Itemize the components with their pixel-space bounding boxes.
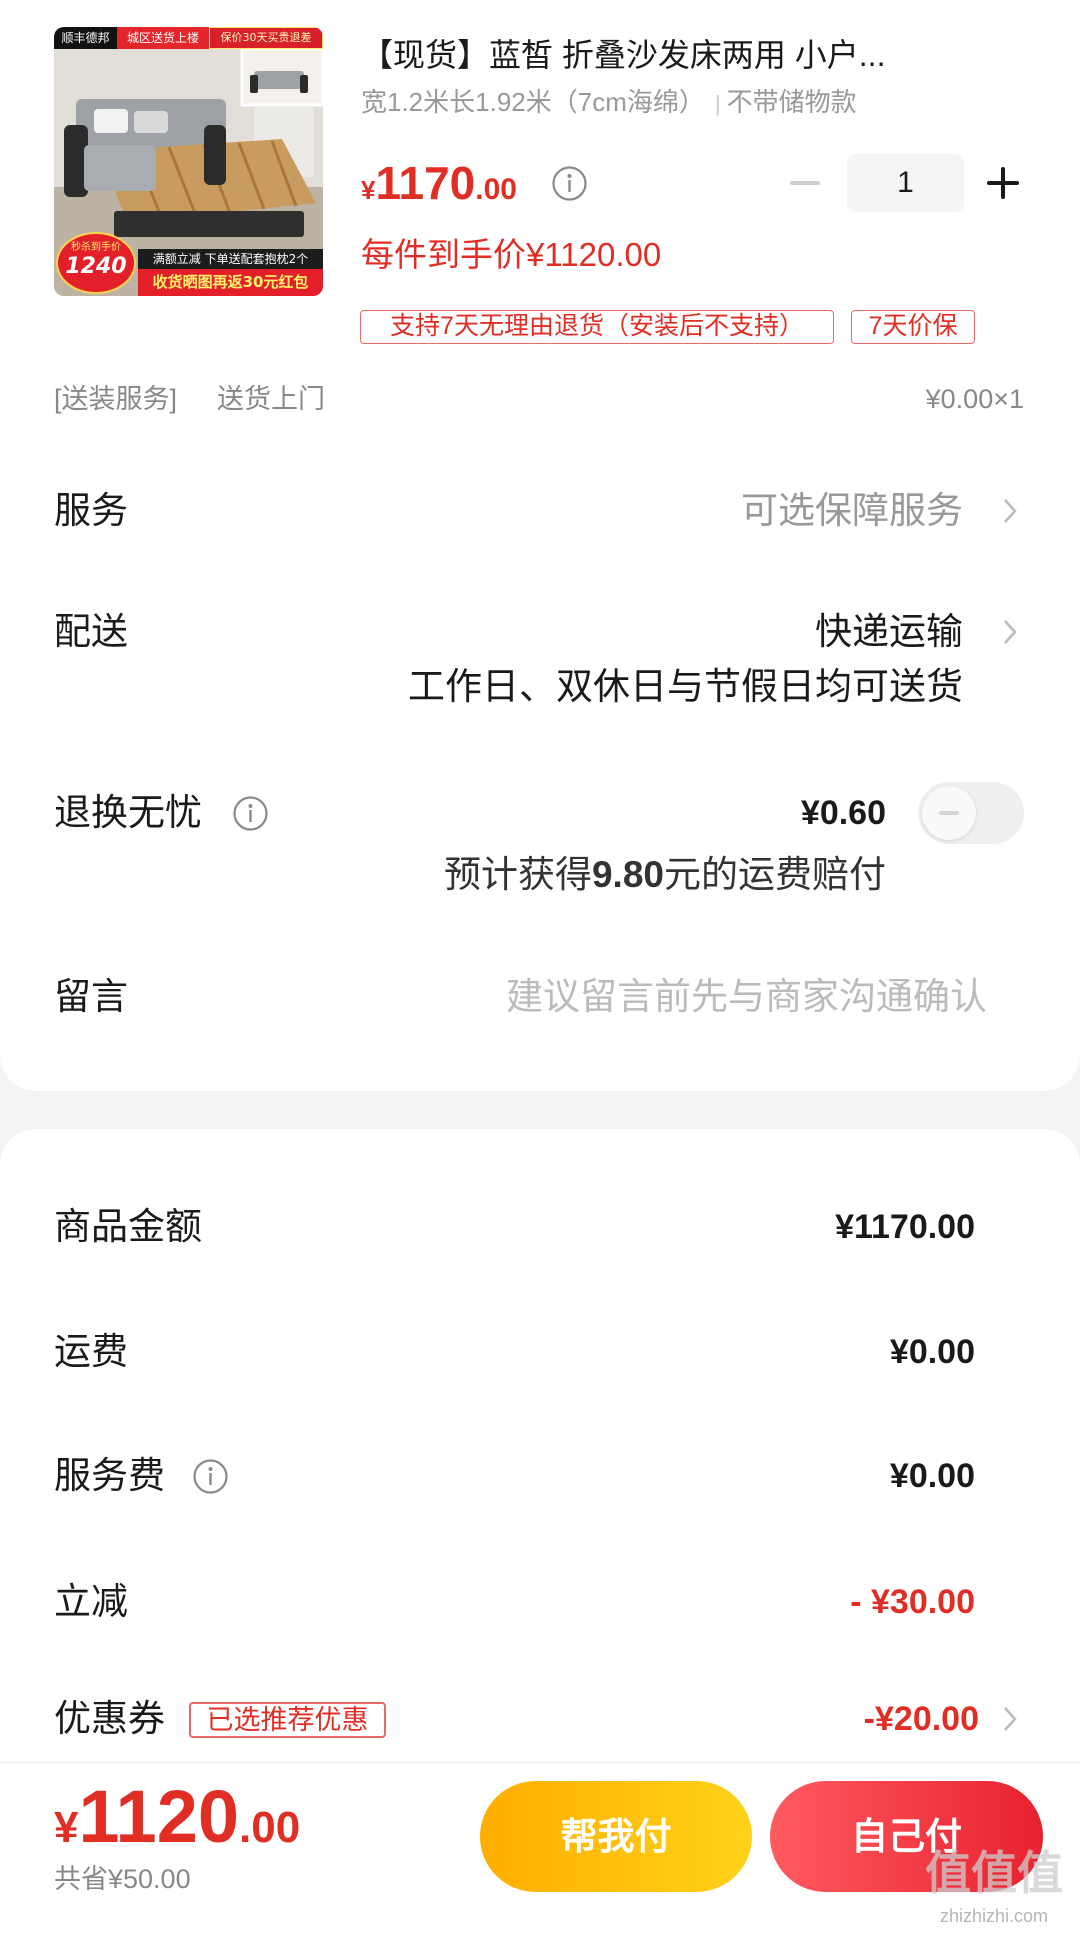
summary-value-shipping: ¥0.00 [889,1333,975,1371]
cashback-strip: 收货晒图再返30元红包 [138,269,323,296]
spec-size: 宽1.2米长1.92米（7cm海绵） [361,87,705,117]
courier-label: 顺丰德邦 [54,27,117,49]
unit-price: ¥ 1170 .00 [361,156,517,212]
spec-variant: 不带储物款 [726,87,857,117]
flash-sale-badge: 秒杀到手价 1240 [56,232,136,294]
total-integer: 1120 [78,1775,240,1858]
install-service-price: ¥0.00×1 [925,384,1024,414]
coupon-badge[interactable]: 已选推荐优惠 [189,1702,386,1738]
product-spec[interactable]: 宽1.2米长1.92米（7cm海绵） | 不带储物款 [361,86,857,120]
info-icon[interactable] [232,795,269,832]
product-image[interactable]: 顺丰德邦 城区送货上楼 保价30天买贵退差 满额立减 下单送配套抱枕2个 收货晒… [54,27,323,296]
minus-icon [939,811,959,815]
summary-value-coupon[interactable]: -¥20.00 [864,1697,979,1741]
summary-value-service-fee: ¥0.00 [889,1457,975,1495]
install-service-name: 送货上门 [217,384,325,414]
quantity-stepper[interactable]: 1 [847,154,964,212]
delivery-value[interactable]: 快递运输 [815,610,963,654]
watermark-domain: zhizhizhi.com [940,1906,1049,1926]
price-protect-label: 保价30天买贵退差 [209,27,323,49]
note-amount: 9.80 [591,854,664,895]
minus-icon[interactable] [790,181,820,185]
price-currency: ¥ [361,175,376,205]
message-label: 留言 [54,976,128,1017]
service-value[interactable]: 可选保障服务 [741,489,963,533]
plus-icon[interactable] [987,167,1019,199]
promo-strip: 满额立减 下单送配套抱枕2个 [138,249,323,269]
watermark-logo: 值值值 [925,1847,1063,1899]
pay-for-me-button[interactable]: 帮我付 [480,1781,752,1892]
service-label: 服务 [54,490,128,531]
flash-sale-price: 1240 [65,254,127,279]
summary-value-discount: - ¥30.00 [850,1583,975,1621]
delivery-label: 城区送货上楼 [117,27,209,49]
note-prefix: 预计获得 [443,854,592,895]
final-price-per-item: 每件到手价¥1120.00 [361,236,662,273]
message-input[interactable] [440,972,987,1022]
return-insurance-note: 预计获得9.80元的运费赔付 [444,853,886,897]
return-insurance-label: 退换无忧 [54,792,202,833]
total-currency: ¥ [54,1803,79,1852]
delivery-note: 工作日、双休日与节假日均可送货 [408,666,963,707]
info-icon[interactable] [192,1458,229,1495]
summary-label-goods: 商品金额 [54,1206,202,1247]
note-suffix: 元的运费赔付 [664,854,886,895]
total-price: ¥ 1120 .00 [54,1774,300,1858]
price-decimal: .00 [475,173,517,206]
price-integer: 1170 [375,157,476,209]
install-service-tag: [送装服务] [54,384,178,414]
total-savings: 共省¥50.00 [54,1864,191,1894]
chevron-right-icon[interactable] [1002,618,1018,646]
chevron-right-icon[interactable] [1002,497,1018,525]
summary-label-shipping: 运费 [54,1331,128,1372]
chevron-right-icon[interactable] [1002,1705,1018,1733]
delivery-label: 配送 [54,611,128,652]
price-protection-tag: 7天价保 [851,310,975,344]
spec-separator: | [714,91,721,116]
product-title[interactable]: 【现货】蓝皙 折叠沙发床两用 小户... [361,35,991,75]
return-insurance-price: ¥0.60 [800,794,886,832]
toggle-knob [922,786,976,840]
summary-label-service-fee: 服务费 [54,1455,165,1496]
return-insurance-toggle[interactable] [918,782,1024,844]
flash-sale-label: 秒杀到手价 [71,242,121,253]
total-decimal: .00 [239,1803,301,1852]
summary-label-coupon: 优惠券 [54,1698,165,1739]
info-icon[interactable] [551,165,588,202]
summary-label-discount: 立减 [54,1581,128,1622]
return-policy-tag: 支持7天无理由退货（安装后不支持） [360,310,834,344]
summary-value-goods: ¥1170.00 [835,1208,975,1246]
